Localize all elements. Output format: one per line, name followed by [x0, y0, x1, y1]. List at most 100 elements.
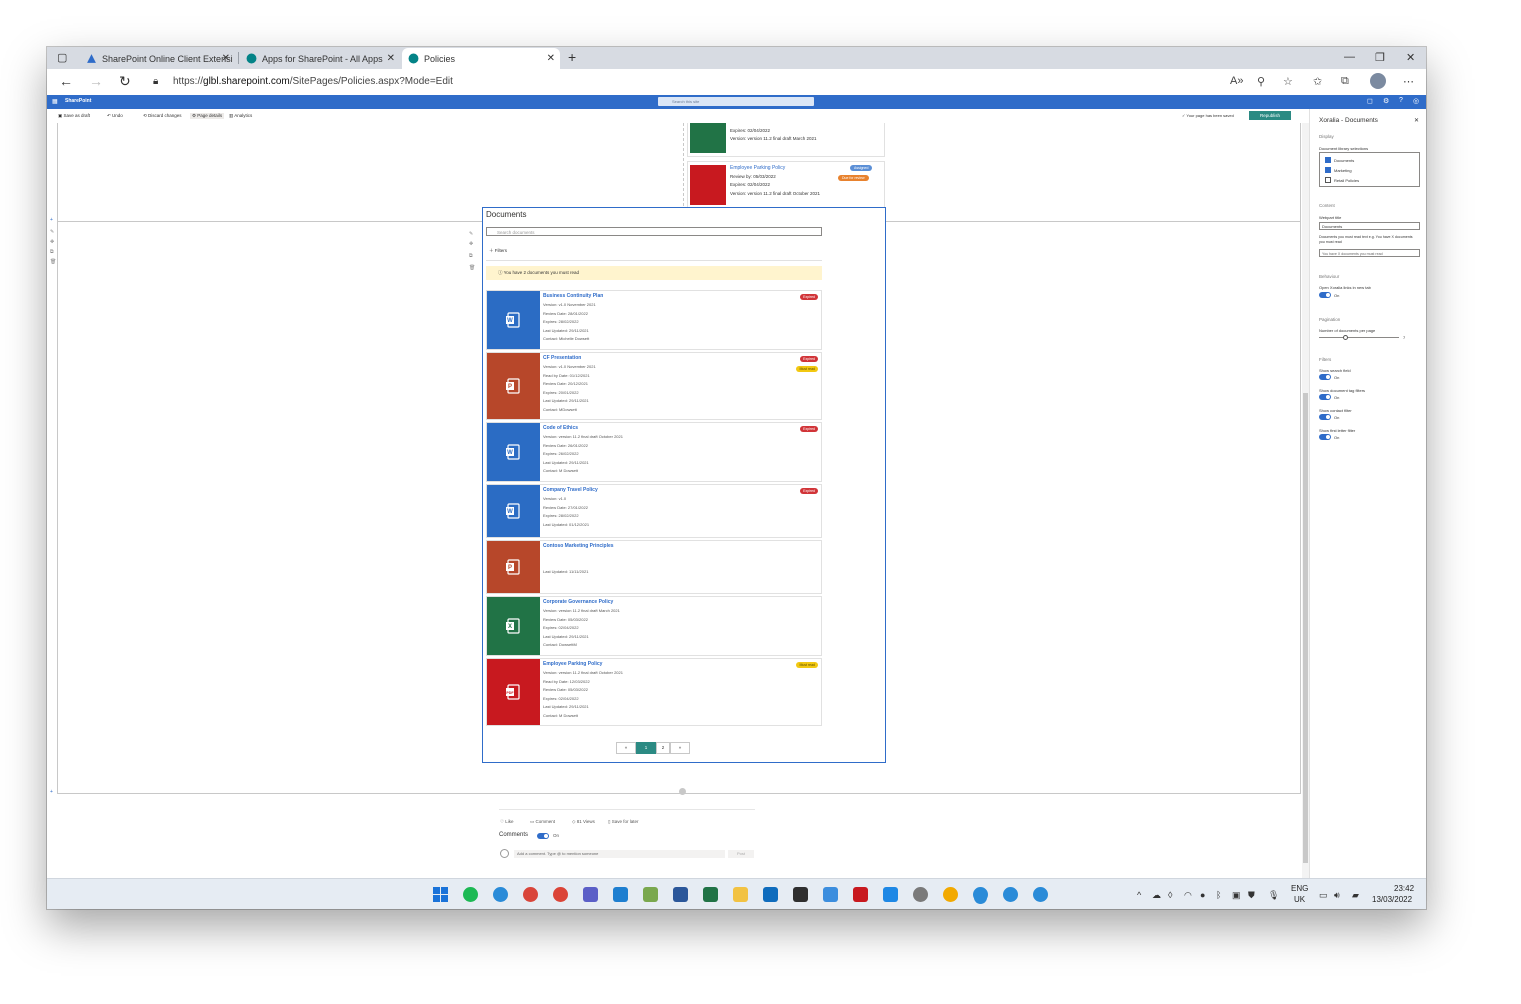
- site-search-input[interactable]: Search this site: [658, 97, 814, 106]
- refresh-icon[interactable]: ↻: [119, 73, 131, 90]
- like-button[interactable]: ♡ Like: [500, 819, 514, 825]
- phone-link-icon[interactable]: [823, 887, 838, 902]
- spotify-icon[interactable]: [463, 887, 478, 902]
- show-contact-filter-toggle[interactable]: [1319, 414, 1331, 420]
- document-card[interactable]: P Contoso Marketing Principles Last Update…: [486, 540, 822, 594]
- headset-icon[interactable]: ◠: [1184, 890, 1192, 901]
- battery-icon[interactable]: ▰: [1352, 890, 1359, 901]
- app-tray-icon[interactable]: ●: [1200, 890, 1205, 900]
- move-section-icon[interactable]: ✥: [50, 239, 54, 245]
- acrobat-icon[interactable]: [853, 887, 868, 902]
- edge-icon[interactable]: [493, 887, 508, 902]
- document-title[interactable]: CF Presentation: [543, 355, 581, 361]
- maximize-icon[interactable]: ❐: [1375, 51, 1385, 64]
- clock-time[interactable]: 23:42: [1394, 884, 1414, 893]
- todo-icon[interactable]: [883, 887, 898, 902]
- favorites-bar-icon[interactable]: ✩: [1313, 75, 1322, 88]
- document-title[interactable]: Company Travel Policy: [543, 487, 598, 493]
- document-title[interactable]: Employee Parking Policy: [543, 661, 602, 667]
- tab-policies[interactable]: Policies ✕: [402, 48, 560, 69]
- paint-icon[interactable]: [643, 887, 658, 902]
- show-hidden-icons-icon[interactable]: ^: [1137, 890, 1141, 900]
- read-aloud-icon[interactable]: A»: [1230, 75, 1243, 87]
- profile-avatar[interactable]: [1370, 73, 1386, 89]
- comment-button[interactable]: ▭ Comment: [530, 819, 555, 825]
- chat-icon[interactable]: ◻: [1367, 97, 1373, 105]
- back-icon[interactable]: ←: [59, 73, 73, 89]
- move-webpart-icon[interactable]: ✥: [469, 241, 473, 247]
- url-field[interactable]: https://glbl.sharepoint.com/SitePages/Po…: [173, 76, 453, 87]
- close-tab-icon[interactable]: ✕: [547, 53, 555, 64]
- collections-icon[interactable]: ⧉: [1341, 75, 1349, 88]
- drop-icon[interactable]: ◊: [1168, 890, 1172, 900]
- edit-section-icon[interactable]: ✎: [50, 229, 54, 235]
- settings-app-icon[interactable]: [913, 887, 928, 902]
- doc-card[interactable]: Employee Parking Policy Review by: 05/03…: [687, 161, 885, 209]
- webpart-title-input[interactable]: Documents: [1319, 222, 1420, 230]
- clock-date[interactable]: 13/03/2022: [1372, 895, 1412, 904]
- document-title[interactable]: Business Continuity Plan: [543, 293, 603, 299]
- add-section-icon[interactable]: +: [50, 789, 53, 795]
- document-title[interactable]: Code of Ethics: [543, 425, 578, 431]
- post-button[interactable]: Post: [728, 850, 754, 858]
- delete-section-icon[interactable]: 🗑︎: [50, 259, 56, 265]
- document-title[interactable]: Contoso Marketing Principles: [543, 543, 614, 549]
- minimize-icon[interactable]: —: [1344, 51, 1355, 63]
- volume-icon[interactable]: 🔊︎: [1334, 890, 1340, 901]
- powertoys-icon[interactable]: [943, 887, 958, 902]
- document-card[interactable]: PDF Employee Parking Policy Version: versi…: [486, 658, 822, 726]
- save-as-draft-button[interactable]: ▣ Save as draft: [58, 113, 90, 119]
- shield-icon[interactable]: ⛊: [1248, 890, 1255, 901]
- microphone-icon[interactable]: 🎙︎: [1268, 890, 1279, 901]
- chrome-canary-icon[interactable]: [523, 887, 538, 902]
- close-tab-icon[interactable]: ✕: [387, 53, 395, 64]
- new-tab-icon[interactable]: +: [568, 49, 576, 65]
- library-checkbox-retail[interactable]: [1325, 177, 1331, 183]
- document-card[interactable]: W Business Continuity Plan Version: v1.0 N…: [486, 290, 822, 350]
- file-explorer-icon[interactable]: [733, 887, 748, 902]
- doc-title[interactable]: Employee Parking Policy: [730, 165, 785, 171]
- pager-page-1[interactable]: 1: [636, 742, 656, 754]
- forward-icon[interactable]: →: [89, 73, 103, 89]
- comment-input[interactable]: Add a comment. Type @ to mention someone: [514, 850, 725, 858]
- tab-sp-extensions[interactable]: SharePoint Online Client Extensi ✕: [80, 48, 235, 69]
- word-icon[interactable]: [673, 887, 688, 902]
- delete-webpart-icon[interactable]: 🗑︎: [469, 265, 475, 271]
- library-checkbox-documents[interactable]: [1325, 157, 1331, 163]
- terminal-icon[interactable]: [793, 887, 808, 902]
- bluetooth-icon[interactable]: ᛒ: [1216, 890, 1221, 900]
- document-title[interactable]: Corporate Governance Policy: [543, 599, 613, 605]
- close-tab-icon[interactable]: ✕: [222, 53, 230, 64]
- account-icon[interactable]: ◎: [1413, 97, 1419, 105]
- edge-dev-icon[interactable]: [1003, 887, 1018, 902]
- duplicate-section-icon[interactable]: ⧉: [50, 249, 54, 255]
- discard-changes-button[interactable]: ⟲ Discard changes: [143, 113, 182, 119]
- comments-toggle[interactable]: [537, 833, 549, 839]
- more-icon[interactable]: ⋯: [1403, 75, 1414, 88]
- tab-actions-icon[interactable]: ▢: [57, 51, 67, 64]
- start-icon[interactable]: [433, 887, 448, 902]
- settings-icon[interactable]: ⚙: [1383, 97, 1389, 105]
- app-launcher-icon[interactable]: ▦: [52, 98, 58, 105]
- document-card[interactable]: X Corporate Governance Policy Version: ver…: [486, 596, 822, 656]
- must-read-input[interactable]: You have X documents you must read: [1319, 249, 1420, 257]
- filters-toggle[interactable]: ＋ Filters: [489, 248, 507, 254]
- brand-name[interactable]: SharePoint: [65, 98, 91, 104]
- document-card[interactable]: W Company Travel Policy Version: v1.0 Revie…: [486, 484, 822, 538]
- add-section-icon[interactable]: +: [50, 217, 53, 223]
- excel-icon[interactable]: [703, 887, 718, 902]
- chrome-icon[interactable]: [553, 887, 568, 902]
- teams-icon[interactable]: [583, 887, 598, 902]
- save-for-later-button[interactable]: ▯ Save for later: [608, 819, 639, 825]
- onedrive-icon[interactable]: ☁: [1152, 890, 1161, 901]
- region-indicator[interactable]: UK: [1294, 895, 1305, 904]
- close-window-icon[interactable]: ✕: [1406, 51, 1415, 64]
- language-indicator[interactable]: ENG: [1291, 884, 1308, 893]
- edge-active-icon[interactable]: [973, 887, 988, 902]
- republish-button[interactable]: Republish: [1249, 111, 1291, 120]
- vscode-icon[interactable]: [613, 887, 628, 902]
- tab-apps-for-sharepoint[interactable]: Apps for SharePoint - All Apps ✕: [240, 48, 400, 69]
- favorite-icon[interactable]: ☆: [1283, 75, 1293, 88]
- duplicate-webpart-icon[interactable]: ⧉: [469, 253, 473, 259]
- page-details-button[interactable]: ⚙ Page details: [190, 113, 225, 119]
